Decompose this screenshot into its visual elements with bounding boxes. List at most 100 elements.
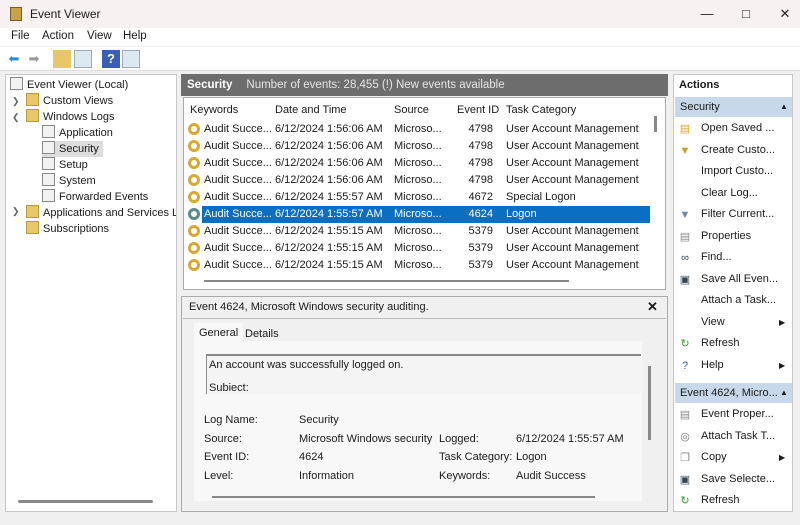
audit-success-key-icon (188, 208, 200, 220)
filter-icon: ▼ (679, 209, 691, 221)
table-cell: Microso... (394, 225, 442, 237)
general-tab-content: An account was successfully logged on. S… (194, 341, 651, 501)
action-item[interactable]: Save All Even... (701, 273, 778, 285)
table-cell: Logon (506, 208, 537, 220)
table-cell: User Account Management (506, 225, 639, 237)
table-cell: 4798 (468, 157, 493, 169)
actions-section-security[interactable]: Security ▲ (675, 97, 792, 117)
tree-label: Security (59, 143, 99, 155)
table-cell: 6/12/2024 1:56:06 AM (275, 123, 383, 135)
action-item[interactable]: View (701, 316, 725, 328)
tree-item-setup[interactable]: Setup (42, 157, 88, 173)
collapse-icon[interactable]: ▲ (780, 97, 788, 117)
action-item[interactable]: Save Selecte... (701, 473, 775, 485)
table-cell: User Account Management (506, 242, 639, 254)
collapse-icon[interactable]: ▲ (780, 383, 788, 403)
column-header-keywords[interactable]: Keywords (190, 104, 238, 116)
column-header-date-time[interactable]: Date and Time (275, 104, 347, 116)
actions-pane: Actions Security ▲ Open Saved ... ▤ Create … (673, 74, 793, 512)
tab-details[interactable]: Details (245, 328, 279, 340)
attach-task-icon: ◎ (680, 430, 690, 443)
action-item[interactable]: Find... (701, 251, 732, 263)
action-item[interactable]: Attach a Task... (701, 294, 776, 306)
table-cell: 5379 (468, 242, 493, 254)
action-item[interactable]: Import Custo... (701, 165, 773, 177)
horizontal-scrollbar[interactable] (18, 500, 153, 503)
forward-icon[interactable]: ➡ (25, 50, 43, 68)
action-item[interactable]: Filter Current... (701, 208, 774, 220)
chevron-down-icon[interactable]: ❮ (12, 109, 20, 125)
tree-item-custom-views[interactable]: ❯ Custom Views (12, 93, 114, 109)
tree-label: Setup (59, 159, 88, 171)
audit-success-key-icon (188, 157, 200, 169)
open-folder-icon[interactable] (53, 50, 71, 68)
show-hide-action-icon[interactable] (122, 50, 140, 68)
action-item[interactable]: Properties (701, 230, 751, 242)
help-icon: ? (681, 359, 689, 372)
action-item[interactable]: Attach Task T... (701, 430, 775, 442)
action-item[interactable]: Event Proper... (701, 408, 774, 420)
close-icon[interactable]: ✕ (647, 299, 658, 315)
minimize-button[interactable]: — (692, 4, 722, 24)
window-title: Event Viewer (30, 7, 101, 21)
action-item[interactable]: Copy (701, 451, 727, 463)
action-item[interactable]: Refresh (701, 337, 740, 349)
tree-item-system[interactable]: System (42, 173, 96, 189)
show-hide-tree-icon[interactable] (74, 50, 92, 68)
tree-item-subscriptions[interactable]: Subscriptions (26, 221, 109, 237)
horizontal-scrollbar[interactable] (212, 496, 595, 498)
logged-value: 6/12/2024 1:55:57 AM (516, 433, 624, 445)
log-icon (42, 141, 55, 154)
menu-view[interactable]: View (87, 30, 112, 42)
audit-success-key-icon (188, 225, 200, 237)
event-description-box[interactable]: An account was successfully logged on. S… (206, 354, 641, 394)
actions-section-event[interactable]: Event 4624, Micro... ▲ (675, 383, 792, 403)
folder-open-icon: ▤ (679, 123, 691, 135)
event-viewer-icon (10, 77, 23, 90)
tab-general[interactable]: General (194, 323, 244, 343)
chevron-right-icon[interactable]: ❯ (12, 93, 20, 109)
table-cell: 4798 (468, 140, 493, 152)
vertical-scrollbar[interactable] (648, 366, 651, 440)
event-message: An account was successfully logged on. (209, 359, 404, 371)
menu-action[interactable]: Action (42, 30, 74, 42)
tree-item-forwarded-events[interactable]: Forwarded Events (42, 189, 148, 205)
audit-success-key-icon (188, 123, 200, 135)
chevron-right-icon[interactable]: ❯ (12, 206, 20, 217)
horizontal-scrollbar[interactable] (204, 280, 569, 282)
menu-file[interactable]: File (11, 30, 30, 42)
event-id-value: 4624 (299, 451, 324, 463)
action-item[interactable]: Refresh (701, 494, 740, 506)
log-icon (42, 125, 55, 138)
tree-label: Custom Views (43, 95, 114, 107)
submenu-arrow-icon: ▶ (779, 317, 786, 327)
action-item[interactable]: Open Saved ... (701, 122, 774, 134)
table-cell: Audit Succe... (204, 174, 272, 186)
tree-item-security[interactable]: Security (42, 141, 103, 157)
menu-help[interactable]: Help (123, 30, 147, 42)
level-label: Level: (204, 470, 234, 482)
audit-success-key-icon (188, 259, 200, 271)
table-cell: Microso... (394, 242, 442, 254)
action-item[interactable]: Create Custo... (701, 144, 775, 156)
close-button[interactable]: ✕ (770, 4, 800, 24)
action-item[interactable]: Clear Log... (701, 187, 758, 199)
column-header-source[interactable]: Source (394, 104, 429, 116)
table-cell: Audit Succe... (204, 259, 272, 271)
tree-label: Subscriptions (43, 223, 110, 235)
table-cell: Audit Succe... (204, 242, 272, 254)
section-label: Event 4624, Micro... (680, 387, 778, 399)
vertical-scrollbar[interactable] (654, 116, 657, 132)
action-item[interactable]: Help (701, 359, 724, 371)
tree-item-application[interactable]: Application (42, 125, 113, 141)
maximize-button[interactable]: □ (731, 4, 761, 24)
back-icon[interactable]: ⬅ (5, 50, 23, 68)
tree-item-applications-and-services[interactable]: Applications and Services Lo (26, 205, 176, 221)
column-header-event-id[interactable]: Event ID (457, 104, 499, 116)
help-icon[interactable]: ? (102, 50, 120, 68)
copy-icon: ❐ (680, 452, 690, 464)
log-header: Security Number of events: 28,455 (!) New… (181, 74, 668, 96)
tree-item-windows-logs[interactable]: ❮ Windows Logs (12, 109, 115, 125)
tree-item-event-viewer-local[interactable]: Event Viewer (Local) (10, 77, 128, 93)
column-header-task-category[interactable]: Task Category (506, 104, 576, 116)
